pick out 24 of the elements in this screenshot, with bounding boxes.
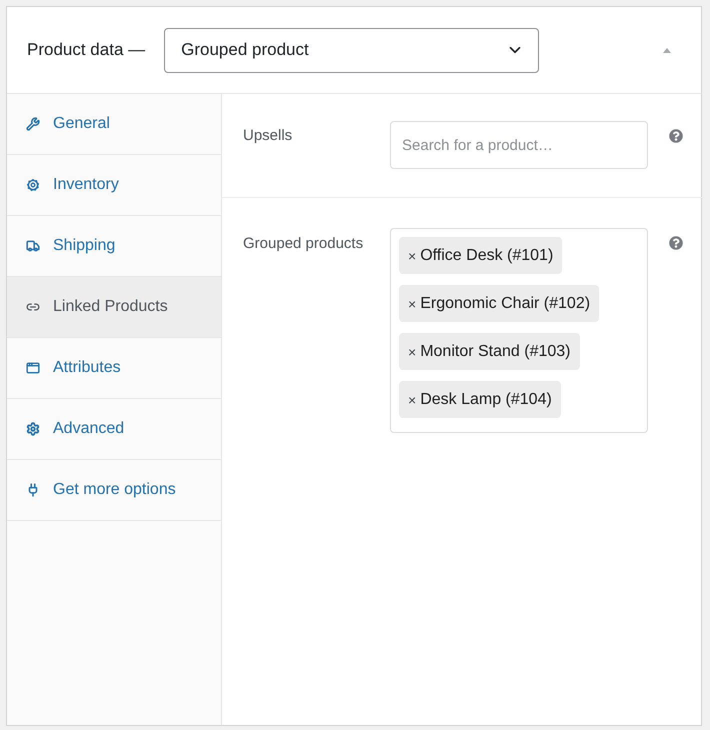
token-input-field[interactable]: × Office Desk (#101) × Ergonomic Chair (#102) × Monitor Stand (#103) × Desk Lamp (#104) — [390, 228, 648, 433]
remove-token-button[interactable]: × — [408, 392, 416, 406]
gear-icon — [26, 422, 40, 436]
help-icon[interactable] — [669, 129, 683, 143]
remove-token-button[interactable]: × — [408, 296, 416, 310]
badge-icon — [26, 178, 40, 192]
panel-title: Product data — — [27, 39, 146, 62]
token-label: Office Desk (#101) — [420, 246, 554, 266]
plug-icon — [26, 483, 40, 497]
field-label: Grouped products — [243, 235, 364, 252]
token-label: Ergonomic Chair (#102) — [420, 294, 590, 314]
window-icon — [26, 361, 40, 375]
remove-token-button[interactable]: × — [408, 344, 416, 358]
help-icon[interactable] — [669, 236, 683, 250]
sidebar-tab[interactable]: Linked Products — [7, 277, 221, 338]
token-label: Monitor Stand (#103) — [420, 342, 570, 362]
remove-token-button[interactable]: × — [408, 248, 416, 262]
field-label: Upsells — [243, 127, 292, 144]
product-type-select[interactable]: Grouped product — [164, 28, 540, 72]
wrench-icon — [26, 117, 40, 131]
token-label: Desk Lamp (#104) — [420, 390, 552, 410]
truck-icon — [26, 239, 40, 253]
search-field[interactable]: Search for a product… — [390, 121, 648, 169]
collapse-caret-icon[interactable] — [663, 48, 671, 52]
